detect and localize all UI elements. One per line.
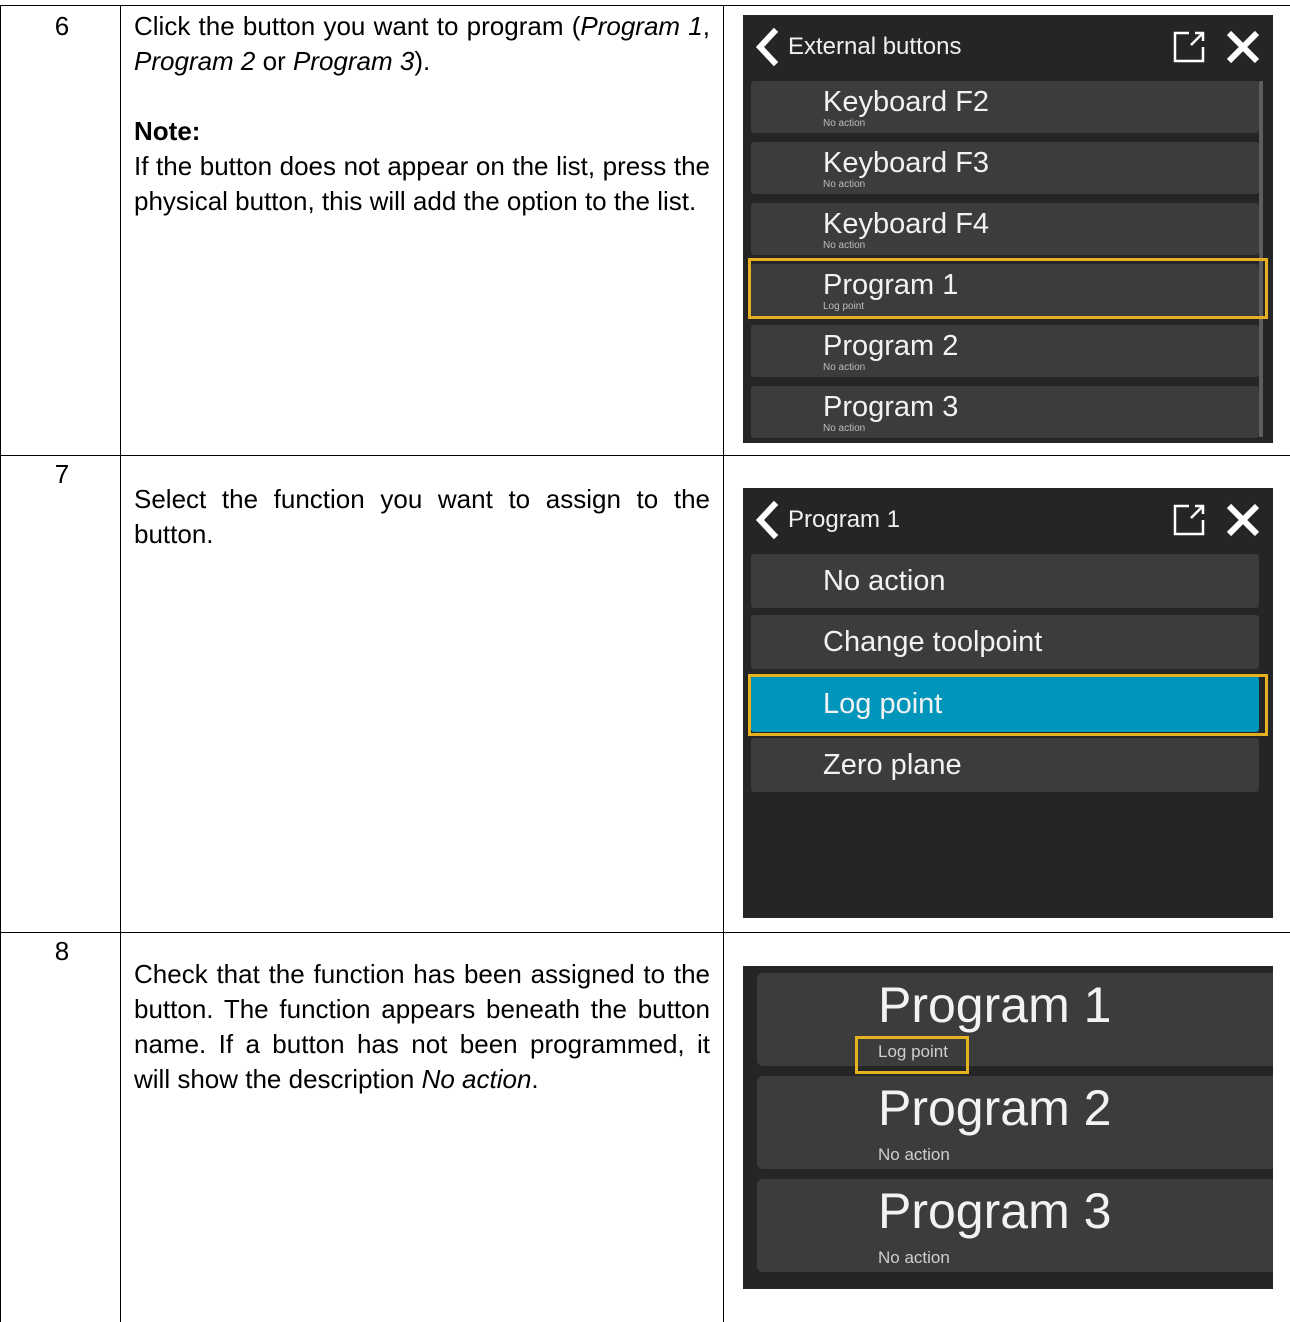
list-item-program-2[interactable]: Program 2 No action — [757, 1076, 1273, 1169]
program-2-ref: Program 2 — [134, 46, 256, 76]
external-window-icon[interactable] — [1171, 29, 1207, 65]
row-divider-2 — [0, 932, 1290, 933]
list-item-program-3[interactable]: Program 3 No action — [751, 386, 1259, 438]
screen-title: Program 1 — [788, 506, 901, 533]
instruction-part: ). — [414, 46, 431, 76]
table-top-border — [0, 5, 1290, 6]
list-item-keyboard-f4[interactable]: Keyboard F4 No action — [751, 203, 1259, 255]
step-number: 6 — [54, 11, 70, 41]
instruction-text: Select the function you want to assign t… — [134, 484, 710, 549]
item-sublabel: No action — [823, 362, 866, 373]
column-divider-1 — [120, 5, 121, 1322]
external-window-icon[interactable] — [1171, 502, 1207, 538]
option-zero-plane[interactable]: Zero plane — [751, 738, 1259, 792]
option-label: Zero plane — [823, 749, 962, 781]
highlight-box — [855, 1036, 969, 1074]
list-item-program-1[interactable]: Program 1 Log point — [757, 973, 1273, 1066]
program-1-screen: Program 1 No action Change toolpoint Log… — [743, 488, 1273, 918]
item-label: Program 2 — [878, 1080, 1112, 1136]
screen-title: External buttons — [788, 33, 962, 60]
instruction-text: Check that the function has been assigne… — [134, 957, 710, 1097]
close-icon[interactable] — [1225, 29, 1261, 65]
back-chevron-icon[interactable] — [749, 500, 785, 540]
item-sublabel: No action — [823, 118, 866, 129]
instruction-part: . — [531, 1064, 539, 1094]
instruction-part: Click the button you want to program ( — [134, 11, 581, 41]
back-chevron-icon[interactable] — [749, 27, 785, 67]
item-label: Keyboard F2 — [823, 86, 990, 118]
item-label: Program 2 — [823, 330, 959, 362]
step-instruction: Check that the function has been assigne… — [134, 957, 710, 1097]
item-label: Keyboard F3 — [823, 147, 990, 179]
item-sublabel: No action — [878, 1145, 950, 1164]
item-label: Keyboard F4 — [823, 208, 990, 240]
step-number: 8 — [54, 936, 70, 966]
list-item-keyboard-f2[interactable]: Keyboard F2 No action — [751, 81, 1259, 133]
row-divider-1 — [0, 455, 1290, 456]
item-sublabel: No action — [823, 179, 866, 190]
table-left-border — [0, 5, 1, 1322]
item-label: Program 3 — [823, 391, 959, 423]
instruction-table: 6 Click the button you want to program (… — [0, 0, 1290, 1322]
option-change-toolpoint[interactable]: Change toolpoint — [751, 615, 1259, 669]
item-label: Program 3 — [878, 1183, 1112, 1239]
instruction-text: Click the button you want to program (Pr… — [134, 9, 710, 79]
column-divider-2 — [723, 5, 724, 1322]
step-instruction: Click the button you want to program (Pr… — [134, 9, 710, 219]
step-instruction: Select the function you want to assign t… — [134, 482, 710, 552]
option-label: No action — [823, 565, 946, 597]
item-sublabel: No action — [878, 1248, 950, 1267]
list-item-program-3[interactable]: Program 3 No action — [757, 1179, 1273, 1272]
option-no-action[interactable]: No action — [751, 554, 1259, 608]
close-icon[interactable] — [1225, 502, 1261, 538]
no-action-ref: No action — [421, 1064, 532, 1094]
item-label: Program 1 — [878, 977, 1112, 1033]
list-item-program-2[interactable]: Program 2 No action — [751, 325, 1259, 377]
highlight-box — [748, 258, 1268, 319]
item-sublabel: No action — [823, 423, 866, 434]
program-3-ref: Program 3 — [292, 46, 415, 76]
item-sublabel: No action — [823, 240, 866, 251]
screen-header: External buttons — [743, 15, 1273, 81]
program-1-ref: Program 1 — [580, 11, 703, 41]
screen-header: Program 1 — [743, 488, 1273, 554]
step-number: 7 — [54, 459, 70, 489]
instruction-part: or — [255, 46, 293, 76]
note-label: Note: — [134, 116, 201, 146]
external-buttons-screen: External buttons Keyboard F2 No action K… — [743, 15, 1273, 443]
program-list-zoom: Program 1 Log point Program 2 No action … — [743, 966, 1273, 1289]
note-text: If the button does not appear on the lis… — [134, 151, 710, 216]
list-item-keyboard-f3[interactable]: Keyboard F3 No action — [751, 142, 1259, 194]
highlight-box — [748, 674, 1268, 736]
instruction-part: , — [702, 11, 710, 41]
option-label: Change toolpoint — [823, 626, 1043, 658]
